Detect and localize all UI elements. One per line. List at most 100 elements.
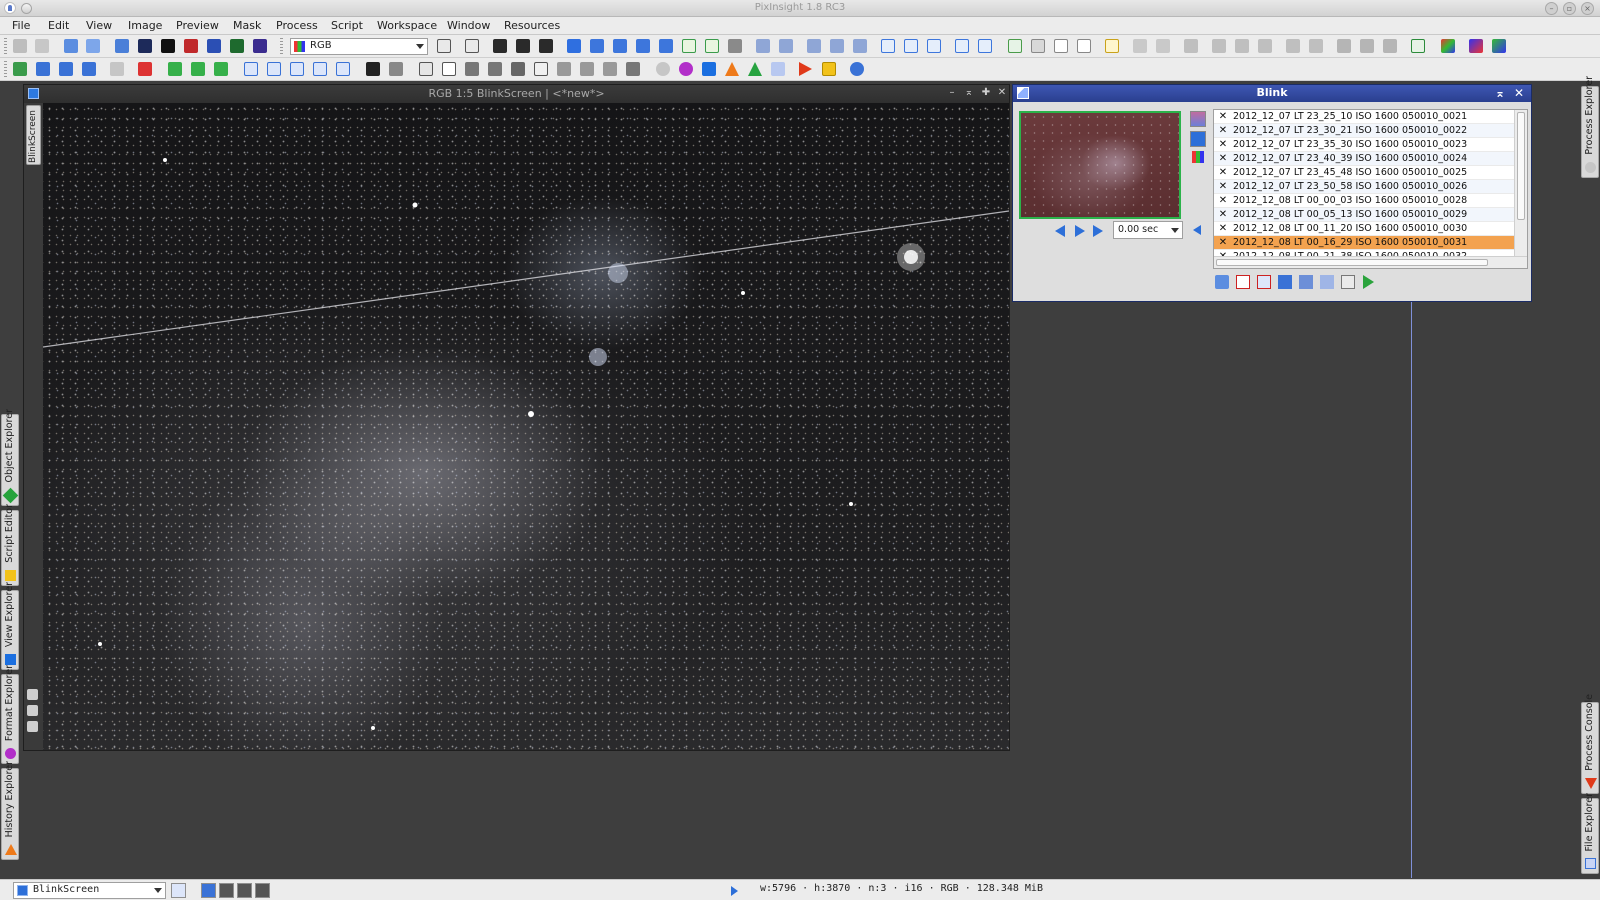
lock-icon[interactable] — [1235, 39, 1249, 53]
close-selected-icon[interactable] — [1236, 275, 1250, 289]
save-icon[interactable] — [1278, 275, 1292, 289]
menu-file[interactable]: File — [12, 19, 30, 32]
file-list-row[interactable]: ✕ 2012_12_08 LT 00_11_20 ISO 1600 050010_… — [1214, 222, 1514, 236]
window-icon[interactable] — [1077, 39, 1091, 53]
align-icon[interactable] — [1309, 39, 1323, 53]
tab-object-explorer[interactable]: Object Explorer — [1, 409, 19, 506]
frame-duration-select[interactable]: 0.00 sec — [1113, 221, 1183, 239]
histogram-icon[interactable] — [1190, 111, 1206, 127]
stack-icon[interactable] — [1360, 39, 1374, 53]
remove-file-icon[interactable]: ✕ — [1218, 126, 1228, 136]
stack-icon[interactable] — [1337, 39, 1351, 53]
close-all-icon[interactable] — [1257, 275, 1271, 289]
blink-file-list[interactable]: ✕2012_12_08 LT 00_21_38 ISO 1600 050010_… — [1213, 109, 1528, 269]
remove-file-icon[interactable]: ✕ — [1218, 168, 1228, 178]
remove-file-icon[interactable]: ✕ — [1218, 112, 1228, 122]
menu-window[interactable]: Window — [447, 19, 490, 32]
add-files-icon[interactable] — [1215, 275, 1229, 289]
mirror-icon[interactable] — [313, 62, 327, 76]
remove-file-icon[interactable]: ✕ — [1218, 238, 1228, 248]
mask-view-icon[interactable] — [465, 39, 479, 53]
color-icon[interactable] — [1469, 39, 1483, 53]
shade-icon[interactable]: ⌅ — [963, 87, 975, 99]
view-tool-icon[interactable] — [27, 721, 38, 732]
icc-profile-icon[interactable] — [253, 39, 267, 53]
edit-preview-icon[interactable] — [705, 39, 719, 53]
pointer-icon[interactable] — [728, 39, 742, 53]
menu-image[interactable]: Image — [128, 19, 162, 32]
create-movie-icon[interactable] — [1363, 275, 1374, 289]
file-list-row[interactable]: ✕ 2012_12_07 LT 23_45_48 ISO 1600 050010_… — [1214, 166, 1514, 180]
rotate-icon[interactable] — [290, 62, 304, 76]
blink-window[interactable]: Blink ⌅ ✕ 0.00 sec ✕2012_12_08 LT 00_21_… — [1012, 84, 1532, 302]
flip-icon[interactable] — [336, 62, 350, 76]
new-image-icon[interactable] — [64, 39, 78, 53]
toolbar-grip[interactable] — [4, 38, 7, 55]
tab-history-explorer[interactable]: History Explorer — [1, 761, 19, 860]
tab-process-console[interactable]: Process Console — [1581, 694, 1599, 794]
remove-file-icon[interactable]: ✕ — [1218, 140, 1228, 150]
minimize-all-icon[interactable] — [955, 39, 969, 53]
icon-set-icon[interactable] — [1133, 39, 1147, 53]
process-icon[interactable] — [771, 62, 785, 76]
file-list-row[interactable]: ✕ 2012_12_08 LT 00_05_13 ISO 1600 050010_… — [1214, 208, 1514, 222]
window-icon[interactable] — [1054, 39, 1068, 53]
process-icon[interactable] — [626, 62, 640, 76]
link-channels-icon[interactable] — [437, 39, 451, 53]
triangle-icon[interactable] — [725, 62, 739, 76]
menu-script[interactable]: Script — [331, 19, 363, 32]
rewind-icon[interactable] — [1193, 225, 1201, 235]
file-list-row[interactable]: ✕ 2012_12_07 LT 23_40_39 ISO 1600 050010_… — [1214, 152, 1514, 166]
close-icon[interactable]: ✕ — [996, 87, 1008, 99]
open-icon[interactable] — [86, 39, 100, 53]
move-files-icon[interactable] — [1299, 275, 1313, 289]
fits-header-icon[interactable] — [230, 39, 244, 53]
file-list-vertical-scrollbar[interactable] — [1514, 110, 1527, 256]
scrollbar-thumb[interactable] — [1216, 259, 1488, 266]
toolbar-grip[interactable] — [4, 61, 7, 78]
tile-icon[interactable] — [927, 39, 941, 53]
process-icon[interactable] — [366, 62, 380, 76]
sync-icon[interactable] — [850, 62, 864, 76]
process-icon[interactable] — [419, 62, 433, 76]
sphere-icon[interactable] — [679, 62, 693, 76]
menu-resources[interactable]: Resources — [504, 19, 560, 32]
minimize-icon[interactable]: – — [946, 87, 958, 99]
image-canvas[interactable] — [43, 103, 1009, 750]
tab-process-explorer[interactable]: Process Explorer — [1581, 76, 1599, 178]
fit-view-icon[interactable] — [881, 39, 895, 53]
view-selector[interactable]: BlinkScreen — [13, 882, 166, 899]
menu-workspace[interactable]: Workspace — [377, 19, 437, 32]
crop-icon[interactable] — [1320, 275, 1334, 289]
new-preview-icon[interactable] — [682, 39, 696, 53]
remove-file-icon[interactable]: ✕ — [1218, 224, 1228, 234]
zoom-icon[interactable] — [853, 39, 867, 53]
zoom-icon[interactable] — [830, 39, 844, 53]
view-tool-icon[interactable] — [27, 705, 38, 716]
file-list-row[interactable]: ✕ 2012_12_07 LT 23_30_21 ISO 1600 050010_… — [1214, 124, 1514, 138]
process-icon[interactable] — [191, 62, 205, 76]
process-icon[interactable] — [138, 62, 152, 76]
menu-process[interactable]: Process — [276, 19, 318, 32]
remove-file-icon[interactable]: ✕ — [1218, 210, 1228, 220]
blink-header[interactable]: Blink ⌅ ✕ — [1013, 85, 1531, 102]
file-info-icon[interactable] — [1341, 275, 1355, 289]
menu-preview[interactable]: Preview — [176, 19, 219, 32]
workspace-2-icon[interactable] — [219, 883, 234, 898]
gear-icon[interactable] — [656, 62, 670, 76]
invert-mask-icon[interactable] — [516, 39, 530, 53]
tab-view-explorer[interactable]: View Explorer — [1, 582, 19, 670]
file-list-row[interactable]: ✕ 2012_12_08 LT 00_00_03 ISO 1600 050010_… — [1214, 194, 1514, 208]
zoom-in-icon[interactable] — [756, 39, 770, 53]
zoom-icon[interactable] — [807, 39, 821, 53]
file-list-row[interactable]: ✕ 2012_12_07 LT 23_25_10 ISO 1600 050010_… — [1214, 110, 1514, 124]
lock-icon[interactable] — [1184, 39, 1198, 53]
process-icon[interactable] — [82, 62, 96, 76]
auto-stretch-icon[interactable] — [1190, 131, 1206, 147]
toolbar-grip[interactable] — [280, 38, 283, 55]
tab-blinkscreen[interactable]: BlinkScreen — [26, 105, 41, 165]
process-icon[interactable] — [442, 62, 456, 76]
play-icon[interactable] — [731, 886, 738, 896]
view-tool-icon[interactable] — [27, 689, 38, 700]
readout-mode-icon[interactable] — [567, 39, 581, 53]
